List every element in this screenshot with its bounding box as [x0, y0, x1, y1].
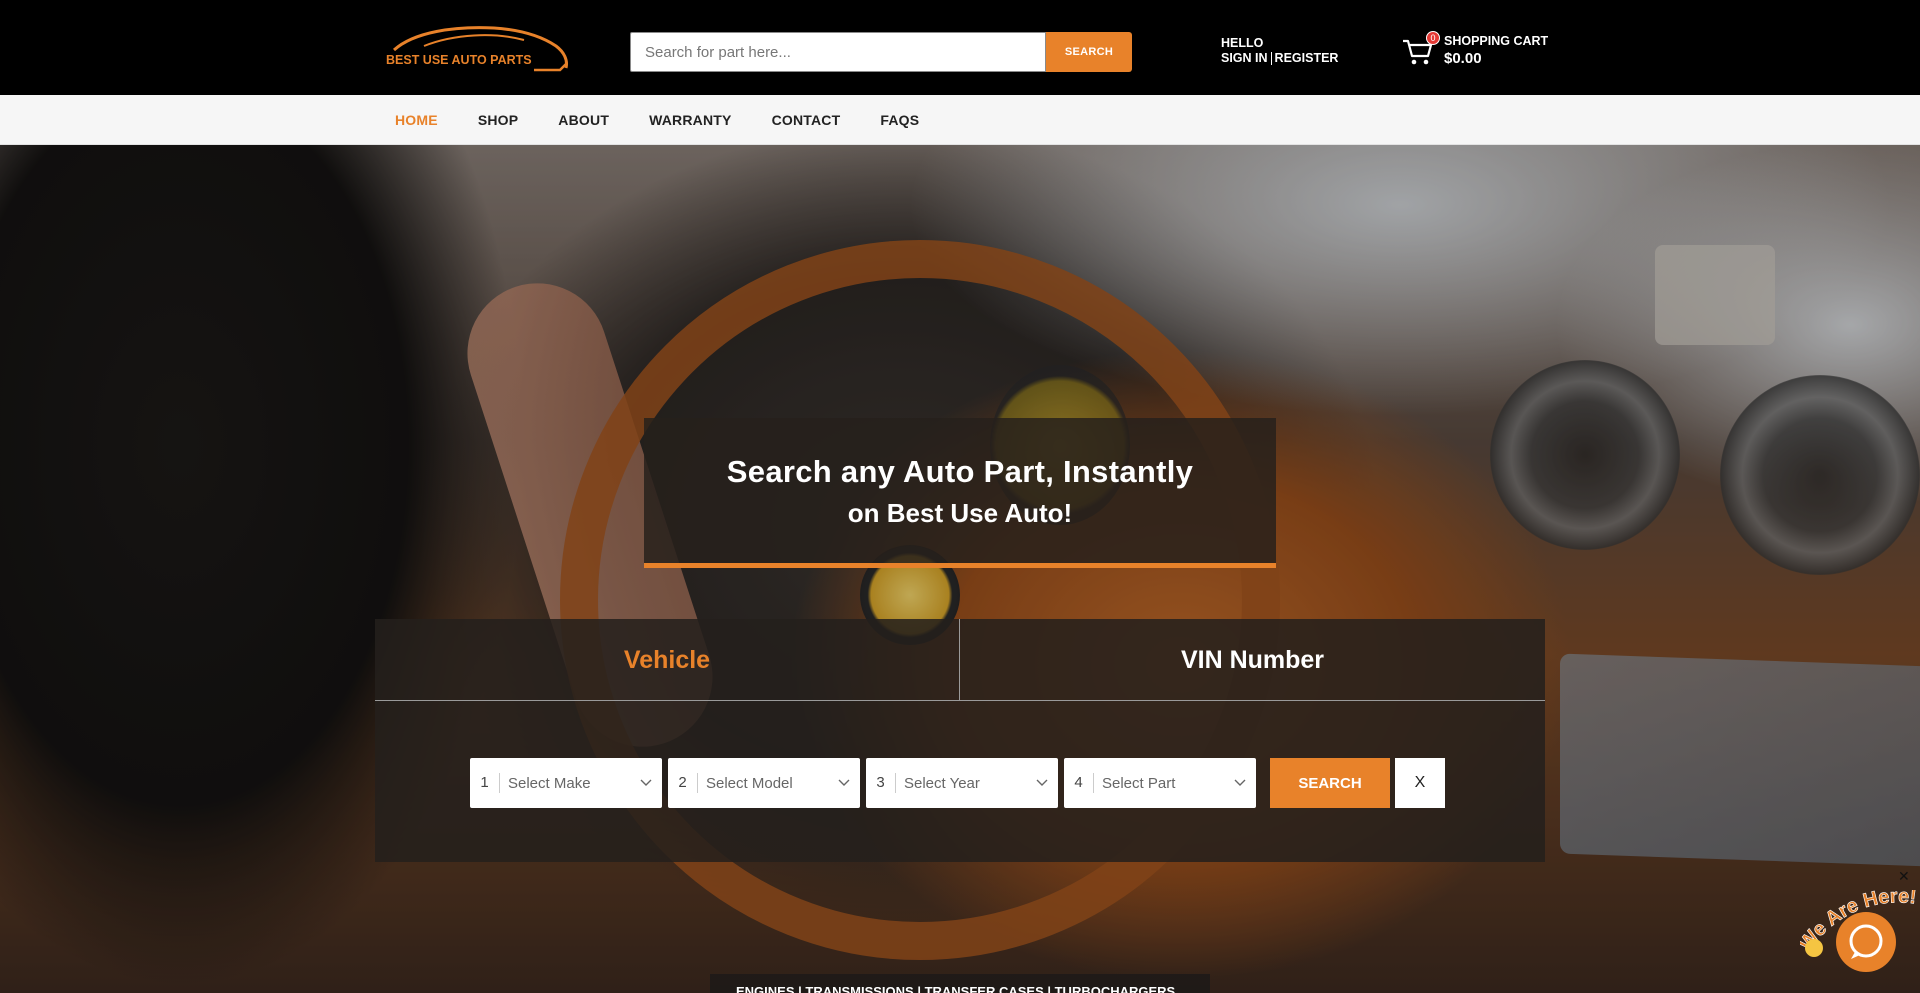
main-nav: HOME SHOP ABOUT WARRANTY CONTACT FAQS	[379, 95, 943, 145]
tab-vin-number[interactable]: VIN Number	[960, 619, 1545, 701]
hero-overlay	[0, 145, 1920, 993]
hand-icon	[1805, 939, 1823, 957]
finder-tabs: Vehicle VIN Number	[375, 619, 1545, 701]
register-link[interactable]: REGISTER	[1275, 51, 1339, 66]
header-search: SEARCH	[630, 32, 1132, 72]
nav-shop[interactable]: SHOP	[462, 112, 534, 128]
cart-title: SHOPPING CART	[1444, 34, 1549, 48]
main-nav-bar: HOME SHOP ABOUT WARRANTY CONTACT FAQS	[0, 95, 1920, 145]
cart-count-badge: 0	[1426, 31, 1440, 45]
top-header: BEST USE AUTO PARTS SEARCH HELLO SIGN IN…	[0, 0, 1920, 95]
greeting: HELLO	[1221, 36, 1264, 50]
select-label: Select Make	[508, 774, 591, 792]
nav-contact[interactable]: CONTACT	[756, 112, 857, 128]
chat-bubble-icon	[1849, 924, 1883, 959]
select-part[interactable]: 4 Select Part	[1064, 758, 1256, 808]
hero-subheadline: on Best Use Auto!	[847, 498, 1073, 528]
sign-in-link[interactable]: SIGN IN	[1221, 51, 1268, 66]
category-strip[interactable]: ENGINES | TRANSMISSIONS | TRANSFER CASES…	[710, 974, 1210, 993]
nav-warranty[interactable]: WARRANTY	[633, 112, 747, 128]
chevron-down-icon	[1234, 779, 1246, 786]
divider	[1270, 52, 1272, 65]
select-make[interactable]: 1 Select Make	[470, 758, 662, 808]
search-button[interactable]: SEARCH	[1046, 32, 1132, 72]
finder-selects: 1 Select Make 2 Select Model 3 Select Ye…	[470, 758, 1445, 808]
nav-about[interactable]: ABOUT	[542, 112, 625, 128]
chevron-down-icon	[1036, 779, 1048, 786]
shopping-cart[interactable]: 0 SHOPPING CART $0.00	[1402, 30, 1552, 70]
logo[interactable]: BEST USE AUTO PARTS	[384, 24, 570, 76]
select-label: Select Part	[1102, 774, 1176, 792]
account-links: HELLO SIGN IN REGISTER	[1221, 36, 1338, 66]
select-label: Select Year	[904, 774, 980, 792]
chevron-down-icon	[640, 779, 652, 786]
search-input[interactable]	[630, 32, 1046, 72]
tab-vehicle[interactable]: Vehicle	[375, 619, 960, 701]
hero-banner: Search any Auto Part, Instantly on Best …	[0, 145, 1920, 993]
select-year[interactable]: 3 Select Year	[866, 758, 1058, 808]
chat-close-icon[interactable]: ✕	[1898, 868, 1910, 885]
hero-headline-box: Search any Auto Part, Instantly on Best …	[644, 418, 1276, 568]
step-number: 4	[1064, 773, 1094, 793]
step-number: 3	[866, 773, 896, 793]
logo-text: BEST USE AUTO PARTS	[386, 53, 532, 67]
step-number: 1	[470, 773, 500, 793]
step-number: 2	[668, 773, 698, 793]
chat-button[interactable]	[1836, 912, 1896, 972]
select-model[interactable]: 2 Select Model	[668, 758, 860, 808]
chevron-down-icon	[838, 779, 850, 786]
select-label: Select Model	[706, 774, 793, 792]
finder-search-button[interactable]: SEARCH	[1270, 758, 1390, 808]
part-finder: Vehicle VIN Number 1 Select Make 2 Selec…	[375, 619, 1545, 862]
finder-clear-button[interactable]: X	[1395, 758, 1445, 808]
nav-home[interactable]: HOME	[379, 112, 454, 128]
hero-headline: Search any Auto Part, Instantly	[726, 454, 1194, 489]
cart-total: $0.00	[1444, 50, 1482, 67]
nav-faqs[interactable]: FAQS	[864, 112, 935, 128]
